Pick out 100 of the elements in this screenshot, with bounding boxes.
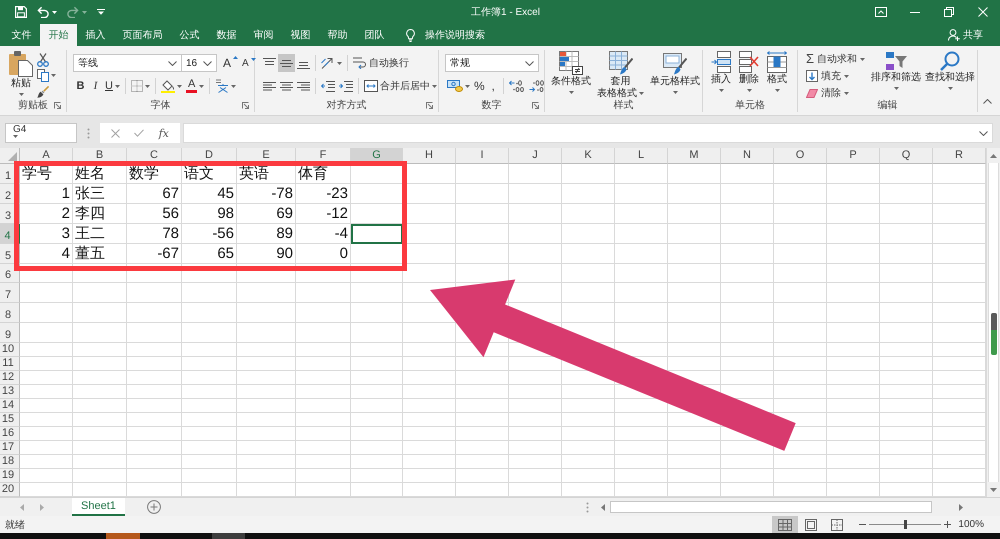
cell-styles-button[interactable]: 单元格样式 <box>648 50 702 98</box>
row-header[interactable]: 20 <box>0 483 20 497</box>
clipboard-icon <box>9 51 33 77</box>
paste-button[interactable]: 粘贴 <box>0 50 35 98</box>
caret-icon <box>51 74 56 77</box>
row-header[interactable]: 16 <box>0 427 20 441</box>
scrollbar-thumb[interactable] <box>990 313 996 355</box>
column-header[interactable]: N <box>721 148 774 164</box>
insert-function-button[interactable]: fx <box>156 124 172 142</box>
format-as-table-button[interactable]: 套用 表格格式 <box>595 50 646 98</box>
table-cell-text: 英语 <box>238 164 270 184</box>
ribbon-tab[interactable]: 团队 <box>356 24 393 46</box>
ribbon-tab[interactable]: 视图 <box>282 24 319 46</box>
dashed-page-icon <box>831 518 844 530</box>
ribbon-tab[interactable]: 公式 <box>171 24 208 46</box>
column-header[interactable]: Q <box>880 148 933 164</box>
tell-me-search[interactable]: 操作说明搜索 <box>406 24 485 46</box>
font-color-button[interactable]: A <box>184 77 206 95</box>
grow-font-button[interactable]: A <box>221 54 240 72</box>
name-box[interactable]: G4 <box>5 123 77 143</box>
new-sheet-button[interactable] <box>146 498 161 516</box>
row-header[interactable]: 8 <box>0 303 20 323</box>
dialog-launcher-button[interactable] <box>425 100 434 110</box>
row-header[interactable]: 12 <box>0 371 20 385</box>
row-header[interactable]: 7 <box>0 283 20 303</box>
ribbon-tab[interactable]: 审阅 <box>245 24 282 46</box>
row-header[interactable]: 18 <box>0 455 20 469</box>
sort-filter-button[interactable]: 排序和筛选 <box>869 50 924 98</box>
column-header[interactable]: O <box>774 148 827 164</box>
row-header[interactable]: 17 <box>0 441 20 455</box>
comma-style-button[interactable]: , <box>486 77 500 95</box>
bold-button[interactable]: B <box>73 77 88 95</box>
wrap-text-button[interactable]: 自动换行 <box>351 54 411 72</box>
fill-button[interactable]: 填充 <box>804 68 868 84</box>
conditional-formatting-button[interactable]: 条件格式 <box>549 50 593 98</box>
dialog-launcher-button[interactable] <box>53 100 62 110</box>
clear-button[interactable]: 清除 <box>804 85 868 101</box>
selected-cell[interactable] <box>351 224 403 244</box>
ribbon-tab[interactable]: 帮助 <box>319 24 356 46</box>
percent-style-button[interactable]: % <box>472 77 487 95</box>
caret-icon <box>52 10 57 14</box>
column-header[interactable]: L <box>615 148 668 164</box>
increase-indent-icon <box>339 80 353 92</box>
ribbon-tab[interactable]: 插入 <box>77 24 114 46</box>
font-size-dropdown[interactable]: 16 <box>181 54 217 72</box>
table-cell-text: -4 <box>334 224 349 244</box>
formula-input[interactable] <box>183 123 993 143</box>
delete-cells-button[interactable]: 删除 <box>737 50 761 98</box>
group-label: 样式 <box>614 98 634 112</box>
borders-button[interactable] <box>128 77 152 95</box>
down-arrow-box-icon <box>806 70 818 82</box>
table-cell-text: 78 <box>161 224 180 244</box>
insert-cells-button[interactable]: 插入 <box>709 50 733 98</box>
vertical-scrollbar[interactable] <box>986 148 1000 497</box>
underline-button[interactable]: U <box>103 77 122 95</box>
paint-bucket-icon <box>160 79 175 93</box>
row-header[interactable]: 14 <box>0 399 20 413</box>
format-cells-button[interactable]: 格式 <box>765 50 789 98</box>
shrink-font-button[interactable]: A <box>240 54 258 72</box>
normal-view-button[interactable] <box>772 516 798 533</box>
sheet-tab[interactable]: Sheet1 <box>72 498 125 516</box>
column-header[interactable]: K <box>562 148 615 164</box>
row-header[interactable]: 15 <box>0 413 20 427</box>
number-format-dropdown[interactable]: 常规 <box>445 54 539 72</box>
ribbon-tab[interactable]: 页面布局 <box>114 24 171 46</box>
row-header[interactable]: 10 <box>0 343 20 357</box>
ribbon-tab[interactable]: 文件 <box>3 24 40 46</box>
italic-button[interactable]: I <box>88 77 103 95</box>
column-header[interactable]: I <box>456 148 509 164</box>
scrollbar-thumb[interactable] <box>610 501 932 513</box>
autosum-button[interactable]: Σ 自动求和 <box>804 51 868 67</box>
merge-center-button[interactable]: 合并后居中 <box>362 77 439 95</box>
copy-button[interactable] <box>35 68 58 83</box>
zoom-slider-thumb[interactable] <box>904 520 907 529</box>
caret-icon <box>718 89 724 92</box>
column-header[interactable]: M <box>668 148 721 164</box>
dots-handle-icon[interactable] <box>586 502 589 512</box>
select-all-button[interactable] <box>0 148 20 164</box>
window-title: 工作簿1 - Excel <box>471 6 540 19</box>
row-header[interactable]: 13 <box>0 385 20 399</box>
ribbon-tab[interactable]: 数据 <box>208 24 245 46</box>
column-header[interactable]: R <box>933 148 986 164</box>
accounting-format-button[interactable] <box>445 77 472 95</box>
find-select-button[interactable]: 查找和选择 <box>923 50 978 98</box>
share-button[interactable]: 共享 <box>948 24 983 46</box>
phonetic-guide-button[interactable] <box>213 77 238 95</box>
row-header[interactable]: 9 <box>0 323 20 343</box>
grid-icon <box>778 518 792 530</box>
font-name-dropdown[interactable]: 等线 <box>73 54 182 72</box>
row-header[interactable]: 11 <box>0 357 20 371</box>
corner-arrow-icon <box>54 102 61 108</box>
column-header[interactable]: P <box>827 148 880 164</box>
cancel-icon <box>111 128 120 138</box>
column-header[interactable]: H <box>403 148 456 164</box>
middle-align-button[interactable] <box>278 54 295 72</box>
ribbon-tab[interactable]: 开始 <box>40 24 77 46</box>
dialog-launcher-button[interactable] <box>241 100 250 110</box>
row-header[interactable]: 19 <box>0 469 20 483</box>
dialog-launcher-button[interactable] <box>531 100 540 110</box>
column-header[interactable]: J <box>509 148 562 164</box>
